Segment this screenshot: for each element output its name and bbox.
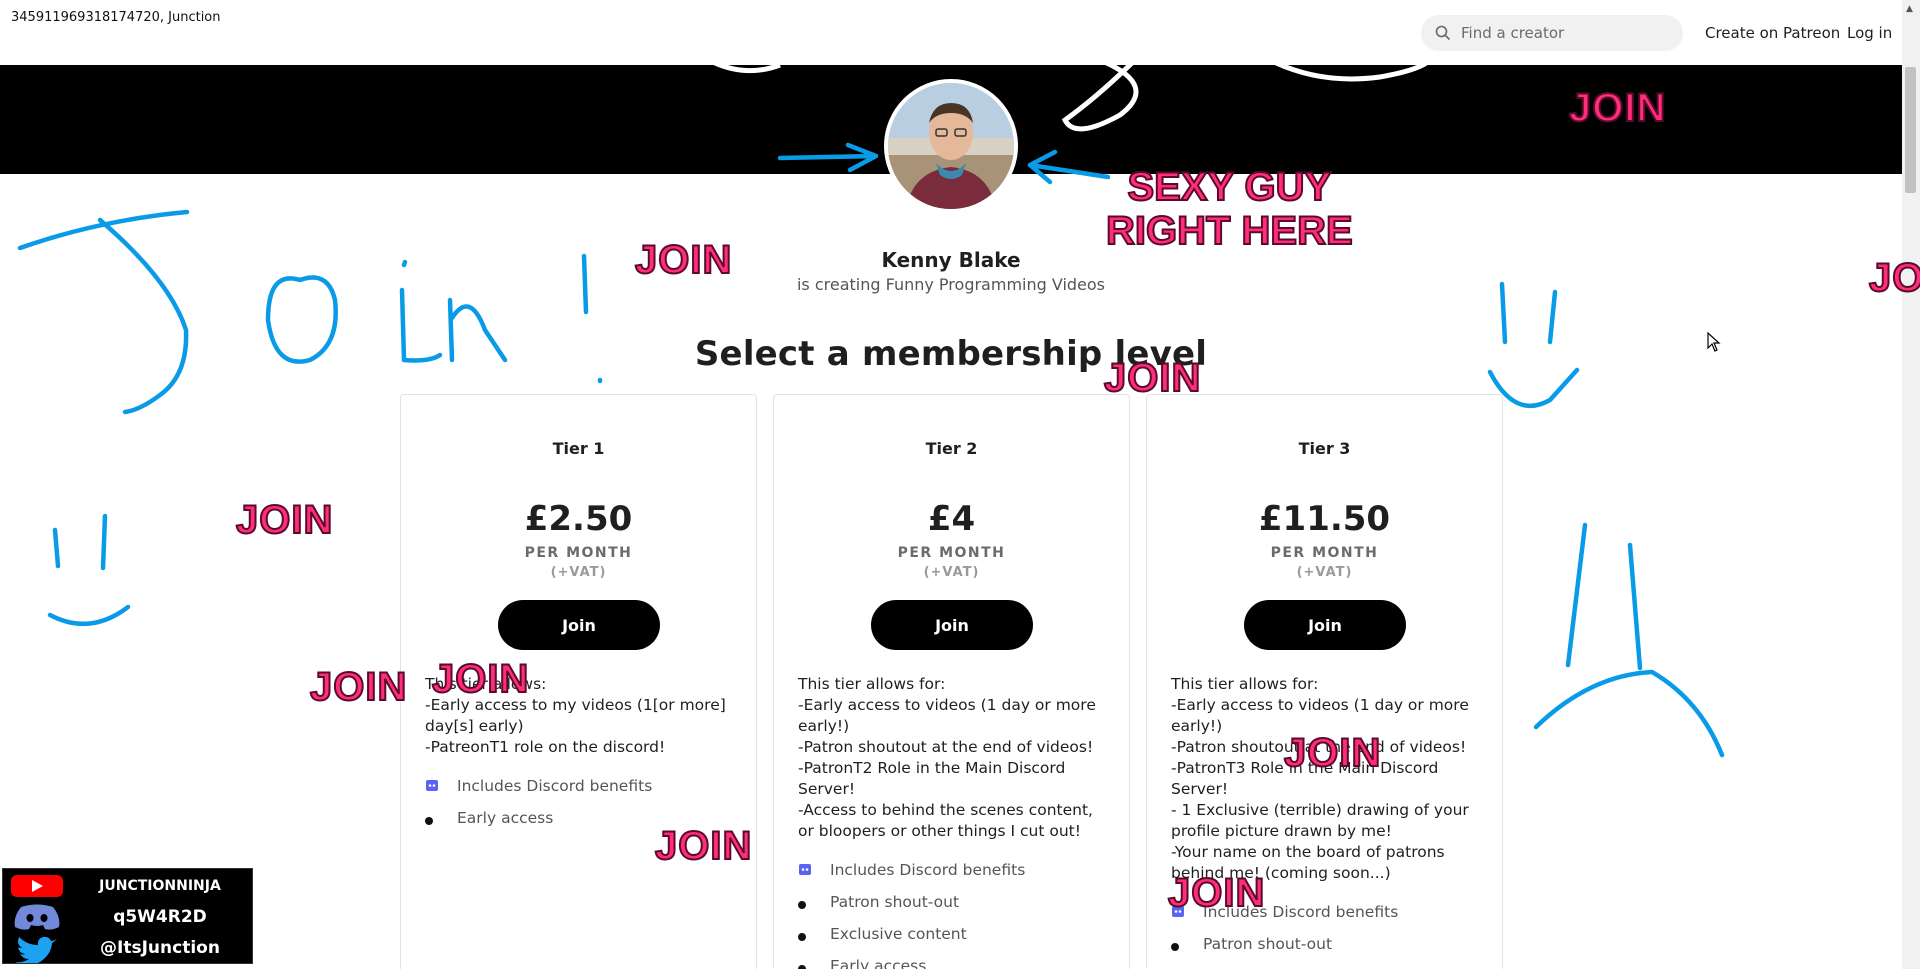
tier-period: PER MONTH [524, 545, 633, 561]
search-input[interactable] [1461, 24, 1661, 42]
benefit-label: Early access [457, 809, 554, 827]
tier-card-2: Tier 2 £4 PER MONTH (+VAT) Join This tie… [773, 394, 1130, 969]
twitter-row: @ItsJunction [9, 933, 249, 963]
youtube-row: JUNCTIONNINJA [9, 871, 249, 901]
tier-description: This tier allows for: -Early access to v… [1171, 675, 1469, 882]
search-bar[interactable] [1421, 15, 1683, 51]
discord-icon [798, 862, 812, 882]
mouse-cursor-icon [1707, 332, 1721, 352]
discord-row: q5W4R2D [9, 902, 249, 932]
benefit-item: Exclusive content [798, 924, 1118, 956]
join-sticker: JOIN [1103, 356, 1202, 400]
benefit-item: Patron shout-out [1171, 934, 1491, 966]
tier-vat: (+VAT) [1296, 565, 1353, 580]
avatar-photo [888, 83, 1014, 209]
tier-period: PER MONTH [1270, 545, 1379, 561]
bullet-icon [798, 894, 806, 914]
twitter-icon [15, 936, 57, 963]
join-button-tier-3[interactable]: Join [1244, 600, 1406, 650]
benefit-item: Patron shout-out [798, 892, 1118, 924]
login-link[interactable]: Log in [1847, 24, 1892, 42]
tier-period: PER MONTH [897, 545, 1006, 561]
creator-subtitle: is creating Funny Programming Videos [796, 275, 1106, 294]
bullet-icon [425, 810, 433, 830]
scroll-up-arrow-icon[interactable]: ▲ [1906, 4, 1913, 14]
bullet-icon [1171, 936, 1179, 956]
bullet-icon [798, 958, 806, 969]
creator-name: Kenny Blake [881, 248, 1021, 272]
benefit-label: Includes Discord benefits [457, 777, 653, 795]
tier-description: This tier allows for: -Early access to v… [798, 675, 1096, 840]
twitter-handle: @ItsJunction [100, 938, 220, 958]
creator-avatar [884, 79, 1018, 213]
benefit-label: Patron shout-out [830, 893, 960, 911]
bullet-icon [798, 926, 806, 946]
tier-vat: (+VAT) [923, 565, 980, 580]
join-sticker: JOIN [235, 498, 334, 542]
tier-name: Tier 2 [925, 439, 978, 458]
page-root: 345911969318174720, Junction Create on P… [0, 0, 1920, 969]
benefit-label: Includes Discord benefits [830, 861, 1026, 879]
join-button-tier-2[interactable]: Join [871, 600, 1033, 650]
tier-vat: (+VAT) [550, 565, 607, 580]
join-button-tier-1[interactable]: Join [498, 600, 660, 650]
join-sticker: JOIN [309, 665, 408, 709]
window-title: 345911969318174720, Junction [11, 10, 221, 25]
join-sticker: JOIN [431, 657, 530, 701]
tier-name: Tier 1 [552, 439, 605, 458]
benefit-item: Includes Discord benefits [425, 776, 745, 808]
membership-heading: Select a membership level [694, 334, 1208, 374]
join-sticker: JOIN [654, 824, 753, 868]
sexy-guy-sticker: SEXY GUY RIGHT HERE [1105, 164, 1354, 254]
tier-name: Tier 3 [1298, 439, 1351, 458]
scrollbar-thumb[interactable] [1905, 67, 1916, 193]
discord-icon [425, 778, 439, 798]
benefit-item: Early access [798, 956, 1118, 969]
benefit-label: Early access [830, 957, 927, 969]
youtube-icon [11, 875, 63, 897]
benefit-label: Exclusive content [830, 925, 967, 943]
tier-price: £11.50 [1258, 499, 1391, 539]
social-overlay: JUNCTIONNINJA q5W4R2D @ItsJunction [2, 868, 253, 964]
youtube-handle: JUNCTIONNINJA [99, 878, 221, 894]
benefit-label: Patron shout-out [1203, 935, 1333, 953]
discord-handle: q5W4R2D [113, 907, 207, 927]
join-sticker: JOIN [634, 238, 733, 282]
benefit-item: Includes Discord benefits [798, 860, 1118, 892]
discord-icon [14, 904, 60, 930]
join-sticker: JOIN [1283, 731, 1382, 775]
benefit-list: Includes Discord benefits Patron shout-o… [798, 860, 1118, 969]
join-sticker: JOIN [1167, 871, 1266, 915]
search-icon [1435, 25, 1451, 41]
join-sticker: JOIN [1868, 256, 1920, 300]
create-on-patreon-link[interactable]: Create on Patreon [1705, 24, 1840, 42]
tier-price: £2.50 [524, 499, 633, 539]
join-sticker: JOIN [1568, 86, 1667, 130]
tier-price: £4 [927, 499, 976, 539]
